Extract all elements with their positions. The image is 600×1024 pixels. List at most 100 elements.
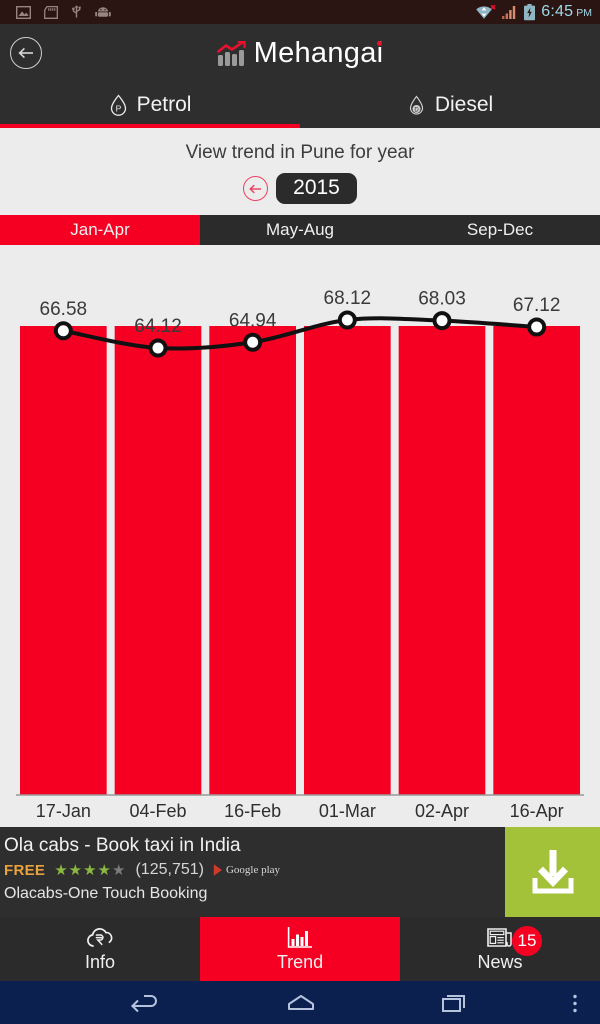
ad-review-count: (125,751) (135, 861, 204, 878)
data-point-marker[interactable] (148, 338, 168, 358)
back-button[interactable] (10, 37, 42, 69)
x-axis-tick-label: 17-Jan (36, 801, 91, 821)
bar-chart-icon (287, 927, 312, 948)
data-point-label: 68.03 (418, 289, 466, 310)
nav-item-trend-label: Trend (276, 952, 324, 972)
nav-item-trend[interactable]: Trend (200, 917, 400, 981)
system-recents-button[interactable] (441, 992, 471, 1019)
newspaper-icon (487, 928, 512, 947)
nav-item-info[interactable]: Info (0, 917, 200, 981)
usb-icon (72, 5, 81, 18)
x-axis-tick-label: 16-Apr (510, 801, 564, 821)
chart-canvas[interactable]: 66.58 64.12 64.94 68.12 68.03 67.12 17-Jan 04-F… (0, 245, 600, 827)
ad-meta-row: FREE ★★★★★ (125,751) Google play (4, 861, 505, 879)
trend-subheader: View trend in Pune for year 2015 (0, 128, 600, 215)
battery-charging-icon (524, 3, 536, 20)
data-point-label: 64.94 (229, 310, 277, 331)
data-point-marker[interactable] (243, 332, 263, 352)
tab-petrol-label: Petrol (136, 93, 192, 116)
chart-bar (398, 326, 486, 795)
quarter-sep-dec-label: Sep-Dec (466, 220, 534, 239)
year-selector: 2015 (0, 173, 600, 215)
quarter-may-aug-label: May-Aug (265, 220, 335, 239)
petrol-letter: P (115, 103, 121, 113)
data-point-label: 68.12 (324, 288, 372, 309)
quarter-segmented-control: Jan-Apr May-Aug Sep-Dec (0, 215, 600, 245)
diesel-letter: D (414, 107, 419, 113)
chart-bar (304, 326, 391, 795)
sd-card-icon (44, 5, 58, 19)
price-trend-chart: 66.58 64.12 64.94 68.12 68.03 67.12 17-Jan 04-F… (0, 245, 600, 827)
ad-install-button[interactable] (505, 827, 600, 917)
chart-bar (20, 326, 107, 795)
ad-title: Ola cabs - Book taxi in India (4, 835, 241, 856)
selected-year[interactable]: 2015 (276, 173, 357, 204)
data-point-marker[interactable] (53, 321, 73, 341)
system-home-button[interactable] (285, 992, 317, 1019)
data-point-marker[interactable] (527, 317, 547, 337)
ad-rating-stars: ★★★★★ (54, 861, 127, 879)
signal-icon (502, 6, 516, 19)
trend-description: View trend in Pune for year (185, 142, 415, 163)
bottom-navigation: Info Trend News 15 (0, 917, 600, 981)
advertisement-banner[interactable]: Ola cabs - Book taxi in India FREE ★★★★★… (0, 827, 600, 917)
quarter-sep-dec[interactable]: Sep-Dec (400, 215, 600, 245)
app-screen: 6:45 PM Mehangai P Petrol D Diesel View … (0, 0, 600, 1024)
chart-trend-logo-icon (216, 40, 247, 67)
quarter-jan-apr-label: Jan-Apr (70, 220, 130, 239)
system-back-button[interactable] (129, 992, 161, 1019)
system-menu-button[interactable] (572, 992, 578, 1019)
app-bar: Mehangai (0, 24, 600, 82)
ad-content: Ola cabs - Book taxi in India FREE ★★★★★… (0, 827, 505, 917)
x-axis-tick-label: 01-Mar (319, 801, 376, 821)
data-point-marker[interactable] (432, 311, 452, 331)
android-status-bar: 6:45 PM (0, 0, 600, 24)
status-bar-right-icons: 6:45 PM (474, 3, 592, 21)
chart-bar (114, 326, 202, 795)
download-icon (532, 850, 573, 894)
wifi-icon (476, 4, 496, 19)
x-axis-tick-label: 04-Feb (129, 801, 186, 821)
system-recents-icon (442, 995, 465, 1012)
overflow-menu-icon (573, 994, 577, 1012)
app-logo: Mehangai (216, 37, 384, 69)
ad-price: FREE (4, 861, 46, 879)
system-home-icon (288, 995, 314, 1010)
cloud-rupee-icon (87, 928, 113, 947)
news-badge: 15 (512, 926, 542, 956)
status-bar-clock: 6:45 (541, 3, 574, 20)
android-navigation-bar (0, 981, 600, 1024)
tab-diesel-label: Diesel (434, 93, 494, 116)
google-play-icon (213, 864, 222, 876)
chart-bar (493, 326, 580, 795)
google-play-badge: Google play (213, 864, 280, 876)
system-back-icon (130, 995, 157, 1013)
arrow-left-icon (18, 47, 33, 59)
quarter-jan-apr[interactable]: Jan-Apr (0, 215, 200, 245)
google-play-label: Google play (225, 864, 281, 876)
data-point-label: 64.12 (134, 316, 182, 337)
tab-diesel[interactable]: D Diesel (300, 82, 600, 128)
previous-year-button[interactable] (243, 176, 269, 201)
petrol-droplet-icon: P (109, 94, 128, 117)
data-point-label: 66.58 (40, 299, 88, 320)
data-point-marker[interactable] (337, 310, 357, 330)
tab-petrol[interactable]: P Petrol (0, 82, 300, 128)
chart-bar (209, 326, 296, 795)
x-axis-tick-label: 02-Apr (415, 801, 469, 821)
image-icon (16, 5, 31, 19)
nav-item-news-label: News (477, 952, 523, 972)
app-title-text: Mehangai (253, 37, 384, 69)
ad-subtitle: Olacabs-One Touch Booking (4, 885, 208, 902)
quarter-may-aug[interactable]: May-Aug (200, 215, 400, 245)
data-point-label: 67.12 (513, 295, 561, 316)
nav-item-news[interactable]: News 15 (400, 917, 600, 981)
status-bar-left-icons (8, 5, 111, 19)
nav-item-info-label: Info (84, 952, 116, 972)
fuel-type-tabs: P Petrol D Diesel (0, 82, 600, 128)
android-robot-icon (95, 7, 111, 17)
x-axis-tick-label: 16-Feb (224, 801, 281, 821)
arrow-left-icon (249, 184, 262, 193)
status-bar-meridiem: PM (576, 7, 592, 19)
diesel-droplet-icon: D (407, 94, 426, 117)
